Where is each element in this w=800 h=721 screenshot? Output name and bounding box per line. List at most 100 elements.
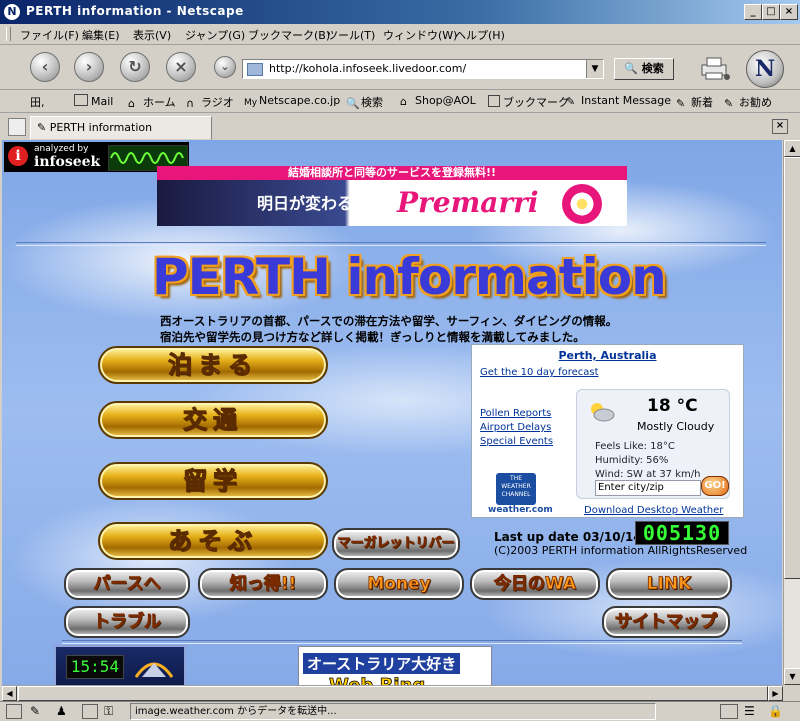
scroll-down-button[interactable]: ▼ — [784, 668, 800, 685]
money-button[interactable]: Money — [334, 568, 464, 600]
study-abroad-button[interactable]: 留学 — [98, 462, 328, 500]
play-button[interactable]: あそぶ — [98, 522, 328, 560]
bookmark-new[interactable]: ✎ 新着 — [676, 94, 713, 110]
url-dropdown-icon[interactable]: ▼ — [586, 60, 603, 78]
close-tab-button[interactable]: × — [772, 119, 788, 134]
banner-brand: Premarri — [397, 186, 539, 219]
tips-button[interactable]: 知っ得!! — [198, 568, 328, 600]
menu-window[interactable]: ウィンドウ(W) — [383, 27, 457, 43]
new-tab-icon[interactable] — [8, 118, 26, 136]
page-title: PERTH information — [152, 248, 667, 306]
tab-perth-information[interactable]: ✎ PERTH information — [30, 116, 212, 140]
humidity: Humidity: 56% — [595, 455, 669, 466]
back-button[interactable]: ‹ — [30, 52, 60, 82]
address-book-icon[interactable] — [82, 704, 98, 719]
flower-icon — [562, 184, 602, 224]
weather-channel-logo[interactable]: THE WEATHER CHANNEL — [496, 473, 536, 505]
divider — [62, 640, 742, 644]
trouble-button[interactable]: トラブル — [64, 606, 190, 638]
bookmark-mail[interactable]: Mail — [74, 94, 113, 108]
bookmark-recommended[interactable]: ✎ お勧め — [724, 94, 772, 110]
today-wa-button[interactable]: 今日のWA — [470, 568, 600, 600]
bookmark-bookmarks[interactable]: ブックマーク — [488, 94, 569, 110]
composer-icon[interactable]: ✎ — [30, 704, 40, 718]
bookmark-radio[interactable]: ∩ ラジオ — [186, 94, 234, 110]
infoseek-logo: infoseek — [34, 154, 101, 170]
my-netscape-icon: My — [244, 98, 258, 108]
vertical-scrollbar[interactable]: ▲ ▼ — [783, 140, 800, 685]
menu-help[interactable]: ヘルプ(H) — [455, 27, 505, 43]
navigation-toolbar: ‹ › ↻ × ⌄ ▼ 🔍 検索 N — [0, 45, 800, 90]
menu-edit[interactable]: 編集(E) — [82, 27, 120, 43]
scroll-left-button[interactable]: ◀ — [2, 686, 17, 701]
people-icon[interactable]: ♟ — [56, 704, 67, 718]
weather-com-logo[interactable]: weather.com — [488, 505, 553, 515]
last-update: Last up date 03/10/14 — [494, 530, 642, 544]
status-text: image.weather.com からデータを転送中... — [130, 703, 656, 720]
url-bar[interactable]: ▼ — [242, 59, 604, 79]
clock-time: 15:54 — [66, 655, 124, 679]
special-events-link[interactable]: Special Events — [480, 436, 553, 447]
download-desktop-weather-link[interactable]: Download Desktop Weather — [584, 505, 723, 516]
reload-button[interactable]: ↻ — [120, 52, 150, 82]
scroll-right-button[interactable]: ▶ — [768, 686, 783, 701]
forward-button[interactable]: › — [74, 52, 104, 82]
stay-button[interactable]: 泊まる — [98, 346, 328, 384]
search-button[interactable]: 🔍 検索 — [614, 58, 674, 80]
scroll-up-button[interactable]: ▲ — [784, 140, 800, 157]
airport-delays-link[interactable]: Airport Delays — [480, 422, 551, 433]
netscape-n-icon: N — [4, 4, 20, 20]
intro-line: 宿泊先や留学先の見つけ方など詳しく掲載！ぎっしりと情報を満載してみました。 — [160, 330, 585, 344]
mail-status-icon[interactable] — [6, 704, 22, 719]
bookmark-label: Mail — [91, 95, 114, 108]
bookmark-home[interactable]: ⌂ ホーム — [128, 94, 176, 110]
scroll-thumb[interactable] — [784, 157, 800, 579]
url-input[interactable] — [269, 61, 589, 76]
sidebar-icon[interactable]: ☰ — [744, 704, 755, 718]
scroll-thumb[interactable] — [18, 686, 768, 701]
netscape-logo[interactable]: N — [746, 50, 784, 88]
menu-go[interactable]: ジャンプ(G) — [185, 27, 245, 43]
city-zip-input[interactable] — [595, 480, 701, 496]
go-button[interactable]: GO! — [701, 476, 729, 496]
bookmark-instant-message[interactable]: ✎ Instant Message — [566, 94, 671, 108]
menu-bar: ファイル(F) 編集(E) 表示(V) ジャンプ(G) ブックマーク(B) ツー… — [0, 24, 800, 45]
forward-arrow-icon: › — [85, 57, 93, 76]
bookmark-netscape[interactable]: My Netscape.co.jp — [244, 94, 340, 108]
bookmark-search[interactable]: 🔍検索 — [346, 94, 383, 110]
print-icon[interactable] — [698, 55, 732, 81]
home-icon: ⌂ — [128, 97, 135, 110]
headphones-icon: ∩ — [186, 97, 195, 110]
stop-button[interactable]: × — [166, 52, 196, 82]
close-window-button[interactable]: × — [780, 4, 798, 20]
home-tab-icon[interactable]: 田, — [30, 94, 45, 110]
premarri-banner-ad[interactable]: 結婚相談所と同等のサービスを登録無料!! 明日が変わる! Premarri — [157, 166, 627, 226]
menu-view[interactable]: 表示(V) — [133, 27, 171, 43]
sitemap-button[interactable]: サイトマップ — [602, 606, 730, 638]
link-button[interactable]: LINK — [606, 568, 732, 600]
forecast-link[interactable]: Get the 10 day forecast — [480, 367, 599, 378]
bookmark-label: Shop@AOL — [415, 94, 476, 107]
transport-button[interactable]: 交通 — [98, 401, 328, 439]
url-history-button[interactable]: ⌄ — [214, 56, 236, 78]
menu-file[interactable]: ファイル(F) — [20, 27, 79, 43]
bookmark-shop-aol[interactable]: ⌂ Shop@AOL — [400, 94, 476, 108]
weather-city-link[interactable]: Perth, Australia — [558, 349, 656, 362]
menu-tools[interactable]: ツール(T) — [327, 27, 375, 43]
bookmark-label: お勧め — [739, 96, 772, 109]
pollen-reports-link[interactable]: Pollen Reports — [480, 408, 551, 419]
window-title: PERTH information - Netscape — [26, 4, 244, 18]
window-title-bar: N PERTH information - Netscape _ □ × — [0, 0, 800, 24]
to-perth-button[interactable]: パースへ — [64, 568, 190, 600]
bookmark-icon: ✎ — [724, 97, 734, 110]
toolbar-grip[interactable] — [6, 27, 11, 41]
maximize-button[interactable]: □ — [762, 4, 780, 20]
webring-banner[interactable]: オーストラリア大好き Web Ring — [298, 646, 492, 685]
horizontal-scrollbar[interactable]: ◀ ▶ — [2, 685, 783, 701]
bookmark-label: ホーム — [143, 96, 176, 109]
partly-cloudy-icon — [591, 403, 615, 422]
margaret-river-button[interactable]: マーガレットリバー — [332, 528, 460, 560]
webring-subtitle: Web Ring — [329, 675, 426, 685]
minimize-button[interactable]: _ — [744, 4, 762, 20]
menu-bookmarks[interactable]: ブックマーク(B) — [248, 27, 330, 43]
